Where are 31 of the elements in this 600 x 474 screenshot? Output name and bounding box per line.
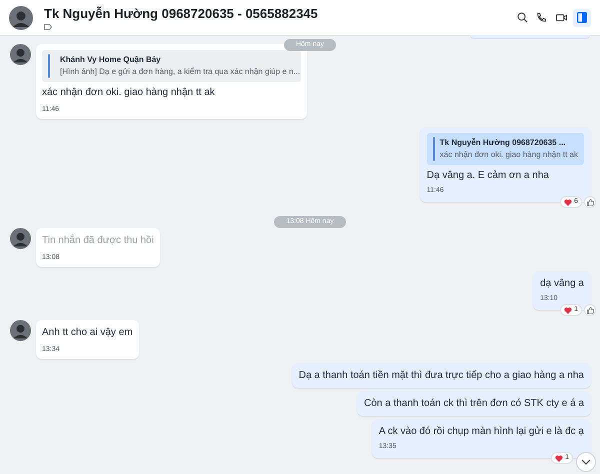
panel-icon (577, 12, 587, 23)
recalled-message-text: Tin nhắn đã được thu hồi (42, 234, 154, 248)
message-text: Dạ vâng a. E cảm ơn a nha (426, 169, 550, 182)
sidebar-toggle-button[interactable] (573, 8, 591, 26)
quoted-message[interactable]: Khánh Vy Home Quận Bảy [Hình ảnh] Dạ e gửi a đơn hàng, a kiểm tra qua xác nhận giúp e n... (42, 50, 301, 82)
avatar[interactable] (10, 44, 31, 65)
message-text: A ck vào đó rồi chụp màn hình lại gửi e là đc ạ (378, 425, 584, 438)
message-text: Anh tt cho ai vậy em (42, 326, 133, 340)
like-button[interactable] (584, 304, 596, 316)
contact-name: Tk Nguyễn Hường 0968720635 - 0565882345 (44, 6, 318, 22)
like-button[interactable] (584, 196, 596, 208)
chevron-down-icon (581, 459, 591, 465)
heart-icon (555, 454, 564, 462)
tag-icon[interactable] (44, 24, 52, 30)
message-text: Còn a thanh toán ck thì trên đơn có STK cty e á a (364, 397, 584, 410)
heart-icon (564, 198, 572, 206)
thumbs-up-icon (586, 198, 594, 206)
quote-sender: Khánh Vy Home Quận Bảy (60, 54, 162, 66)
message-text: dạ vâng a (540, 277, 584, 290)
avatar[interactable] (10, 320, 31, 341)
avatar[interactable] (9, 6, 33, 30)
quote-text: [Hình ảnh] Dạ e gửi a đơn hàng, a kiểm tra qua xác nhận giúp e n... (60, 66, 300, 78)
quote-text: xác nhận đơn oki. giao hàng nhận tt ak (440, 149, 578, 161)
message-text: Dạ a thanh toán tiền mặt thì đưa trực tiếp cho a giao hàng a nha (298, 369, 584, 382)
scroll-down-button[interactable] (576, 452, 596, 472)
avatar[interactable] (10, 228, 31, 249)
heart-icon (564, 306, 572, 314)
quote-sender: Tk Nguyễn Hường 0968720635 ... (440, 137, 567, 149)
message-text: xác nhận đơn oki. giao hàng nhận tt ak (42, 86, 216, 100)
quoted-message[interactable]: Tk Nguyễn Hường 0968720635 ... xác nhận đơn oki. giao hàng nhận tt ak (426, 133, 584, 165)
thumbs-up-icon (586, 306, 594, 314)
